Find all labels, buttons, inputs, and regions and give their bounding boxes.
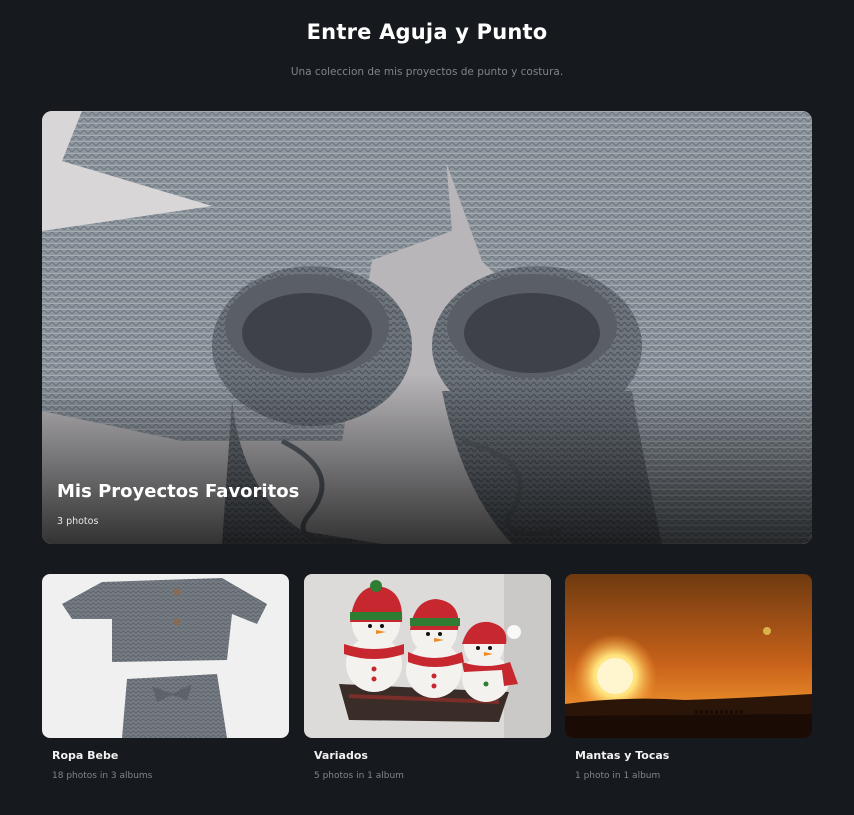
album-meta: 1 photo in 1 album xyxy=(575,771,661,781)
album-card-ropa-bebe[interactable]: Ropa Bebe 18 photos in 3 albums xyxy=(42,574,289,781)
site-subtitle: Una coleccion de mis proyectos de punto … xyxy=(290,66,564,78)
featured-album-title: Mis Proyectos Favoritos xyxy=(57,481,300,502)
featured-album-card[interactable]: Mis Proyectos Favoritos 3 photos xyxy=(42,111,812,544)
album-meta: 5 photos in 1 album xyxy=(314,771,404,781)
album-card-variados[interactable]: Variados 5 photos in 1 album xyxy=(304,574,551,781)
album-thumbnail xyxy=(42,574,289,738)
album-card-mantas-y-tocas[interactable]: Mantas y Tocas 1 photo in 1 album xyxy=(565,574,812,781)
album-title: Ropa Bebe xyxy=(52,749,119,762)
album-title: Variados xyxy=(314,749,368,762)
album-meta: 18 photos in 3 albums xyxy=(52,771,153,781)
album-thumbnail xyxy=(565,574,812,738)
featured-gradient-overlay xyxy=(42,374,812,544)
featured-album-count: 3 photos xyxy=(57,516,99,527)
site-title: Entre Aguja y Punto xyxy=(306,20,548,44)
album-thumbnail xyxy=(304,574,551,738)
album-title: Mantas y Tocas xyxy=(575,749,670,762)
